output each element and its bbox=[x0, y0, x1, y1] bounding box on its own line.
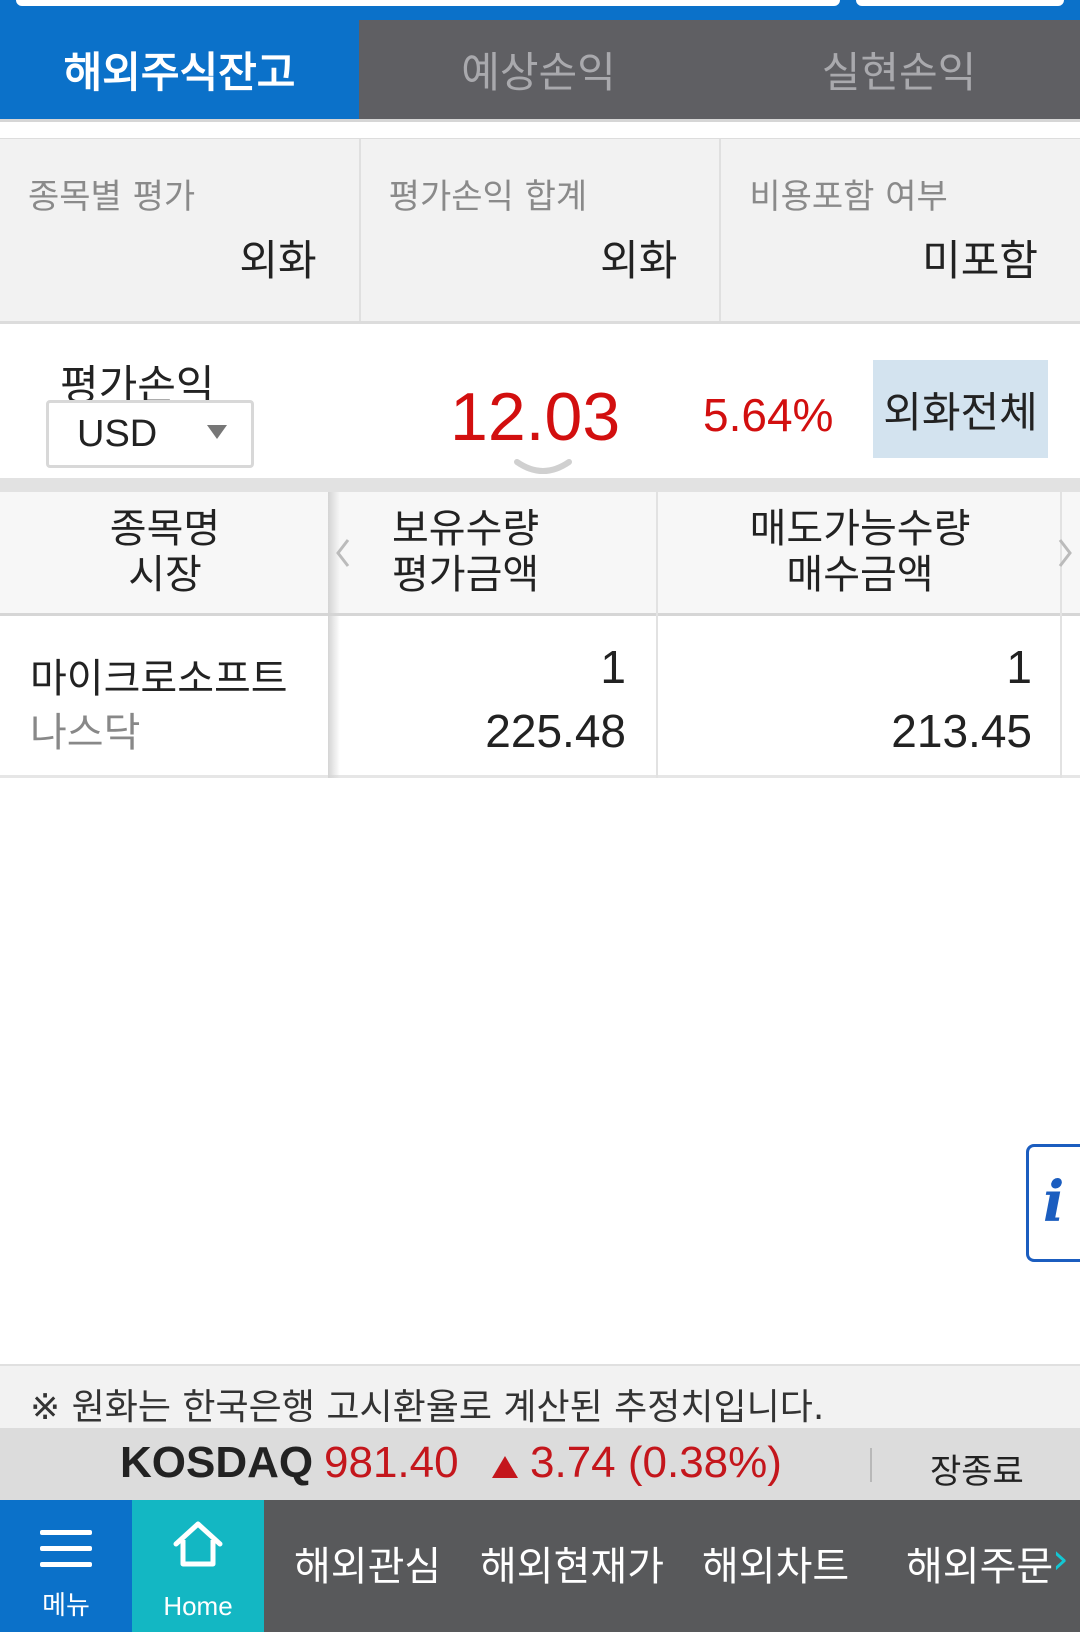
buy-amount: 213.45 bbox=[891, 705, 1032, 757]
tab-realized-pnl[interactable]: 실현손익 bbox=[718, 20, 1080, 119]
exchange-rate-notice: ※ 원화는 한국은행 고시환율로 계산된 추정치입니다. bbox=[0, 1364, 1080, 1428]
home-label: Home bbox=[163, 1591, 233, 1621]
dropdown-arrow-icon bbox=[207, 425, 227, 439]
market-ticker[interactable]: KOSDAQ 981.40 3.74 (0.38%) 장종료 bbox=[0, 1428, 1080, 1500]
stock-market: 나스닥 bbox=[30, 710, 141, 756]
expand-chevron-icon[interactable] bbox=[513, 458, 573, 476]
table-header: 종목명 시장 보유수량 평가금액 매도가능수량 매수금액 bbox=[0, 492, 1080, 616]
menu-button[interactable]: 메뉴 bbox=[0, 1500, 132, 1632]
menu-label: 메뉴 bbox=[42, 1591, 90, 1621]
column-divider bbox=[656, 616, 658, 778]
nav-item-order[interactable]: 해외주문 bbox=[906, 1534, 1053, 1592]
all-currency-button[interactable]: 외화전체 bbox=[873, 360, 1048, 458]
option-value: 외화 bbox=[239, 236, 317, 285]
option-label: 평가손익 합계 bbox=[388, 177, 588, 217]
currency-value: USD bbox=[77, 413, 158, 455]
options-panel: 종목별 평가 외화 평가손익 합계 외화 비용포함 여부 미포함 bbox=[0, 138, 1080, 324]
header-name-market[interactable]: 종목명 시장 bbox=[0, 506, 330, 598]
tab-overseas-balance[interactable]: 해외주식잔고 bbox=[0, 20, 359, 119]
nav-item-watchlist[interactable]: 해외관심 bbox=[294, 1534, 441, 1592]
home-icon bbox=[173, 1521, 223, 1567]
top-strip-bar bbox=[856, 0, 1064, 6]
header-qty-eval[interactable]: 보유수량 평가금액 bbox=[330, 506, 656, 598]
section-divider bbox=[0, 478, 1080, 492]
nav-item-quote[interactable]: 해외현재가 bbox=[480, 1534, 664, 1592]
holding-qty: 1 bbox=[600, 641, 626, 693]
ticker-divider bbox=[870, 1448, 872, 1482]
option-value: 미포함 bbox=[922, 236, 1039, 285]
info-icon: i bbox=[1043, 1169, 1065, 1235]
option-item-evaluation[interactable]: 종목별 평가 외화 bbox=[0, 139, 361, 321]
ticker-change: 3.74 (0.38%) bbox=[530, 1438, 782, 1487]
top-strip bbox=[0, 0, 1080, 20]
next-icon[interactable]: › bbox=[1052, 1534, 1069, 1583]
bottom-nav: 메뉴 Home 해외관심 해외현재가 해외차트 해외주문 › bbox=[0, 1500, 1080, 1632]
option-item-include-fees[interactable]: 비용포함 여부 미포함 bbox=[721, 139, 1080, 321]
column-shadow bbox=[328, 616, 340, 778]
tab-expected-pnl[interactable]: 예상손익 bbox=[359, 20, 718, 119]
table-row[interactable]: 마이크로소프트 나스닥 1 225.48 1 213.45 bbox=[0, 616, 1080, 778]
currency-select[interactable]: USD bbox=[46, 400, 254, 468]
pnl-summary: 평가손익 USD 12.03 5.64% 외화전체 bbox=[0, 338, 1080, 478]
nav-item-chart[interactable]: 해외차트 bbox=[702, 1534, 849, 1592]
option-value: 외화 bbox=[600, 236, 678, 285]
column-divider bbox=[1060, 616, 1062, 778]
option-item-pnl-total[interactable]: 평가손익 합계 외화 bbox=[360, 139, 722, 321]
market-status: 장종료 bbox=[930, 1452, 1024, 1492]
home-button[interactable]: Home bbox=[132, 1500, 264, 1632]
header-sellable-buy[interactable]: 매도가능수량 매수금액 bbox=[658, 506, 1062, 598]
tab-bar: 해외주식잔고 예상손익 실현손익 bbox=[0, 20, 1080, 122]
sellable-qty: 1 bbox=[1006, 641, 1032, 693]
top-strip-bar bbox=[16, 0, 840, 6]
stock-name: 마이크로소프트 bbox=[30, 656, 288, 702]
info-button[interactable]: i bbox=[1026, 1144, 1080, 1262]
option-label: 종목별 평가 bbox=[28, 177, 196, 217]
ticker-value: 981.40 bbox=[324, 1438, 459, 1487]
up-triangle-icon bbox=[492, 1456, 518, 1478]
chevron-right-icon[interactable] bbox=[1056, 536, 1074, 570]
pnl-amount: 12.03 bbox=[450, 379, 621, 455]
option-label: 비용포함 여부 bbox=[749, 177, 948, 217]
pnl-rate: 5.64% bbox=[703, 389, 834, 441]
ticker-name: KOSDAQ bbox=[120, 1438, 314, 1487]
notice-text: ※ 원화는 한국은행 고시환율로 계산된 추정치입니다. bbox=[30, 1387, 825, 1428]
eval-amount: 225.48 bbox=[485, 705, 626, 757]
